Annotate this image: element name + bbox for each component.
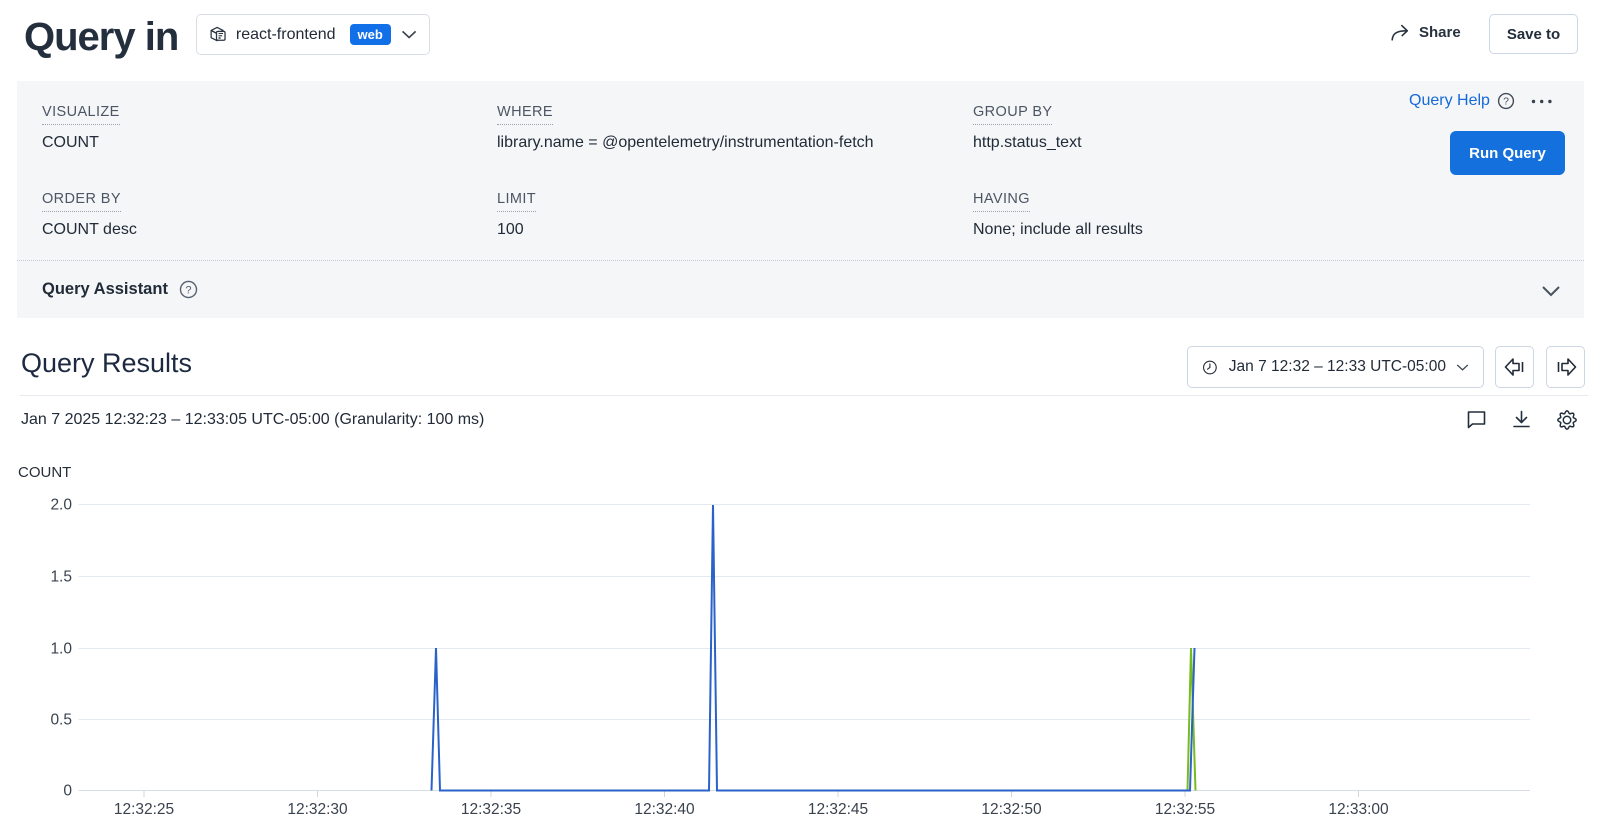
- svg-text:12:32:30: 12:32:30: [287, 801, 348, 818]
- svg-text:?: ?: [1503, 96, 1509, 108]
- svg-text:12:32:45: 12:32:45: [808, 801, 868, 818]
- svg-text:12:33:00: 12:33:00: [1328, 801, 1389, 818]
- svg-text:12:32:25: 12:32:25: [114, 801, 174, 818]
- svg-text:1.5: 1.5: [50, 569, 72, 586]
- svg-text:2.0: 2.0: [50, 497, 72, 514]
- svg-text:0: 0: [63, 783, 72, 800]
- svg-text:12:32:35: 12:32:35: [461, 801, 521, 818]
- svg-text:?: ?: [185, 284, 191, 296]
- svg-text:12:32:50: 12:32:50: [981, 801, 1042, 818]
- svg-text:12:32:40: 12:32:40: [634, 801, 695, 818]
- svg-text:0.5: 0.5: [50, 712, 72, 729]
- svg-text:1.0: 1.0: [50, 641, 72, 658]
- svg-text:12:32:55: 12:32:55: [1155, 801, 1215, 818]
